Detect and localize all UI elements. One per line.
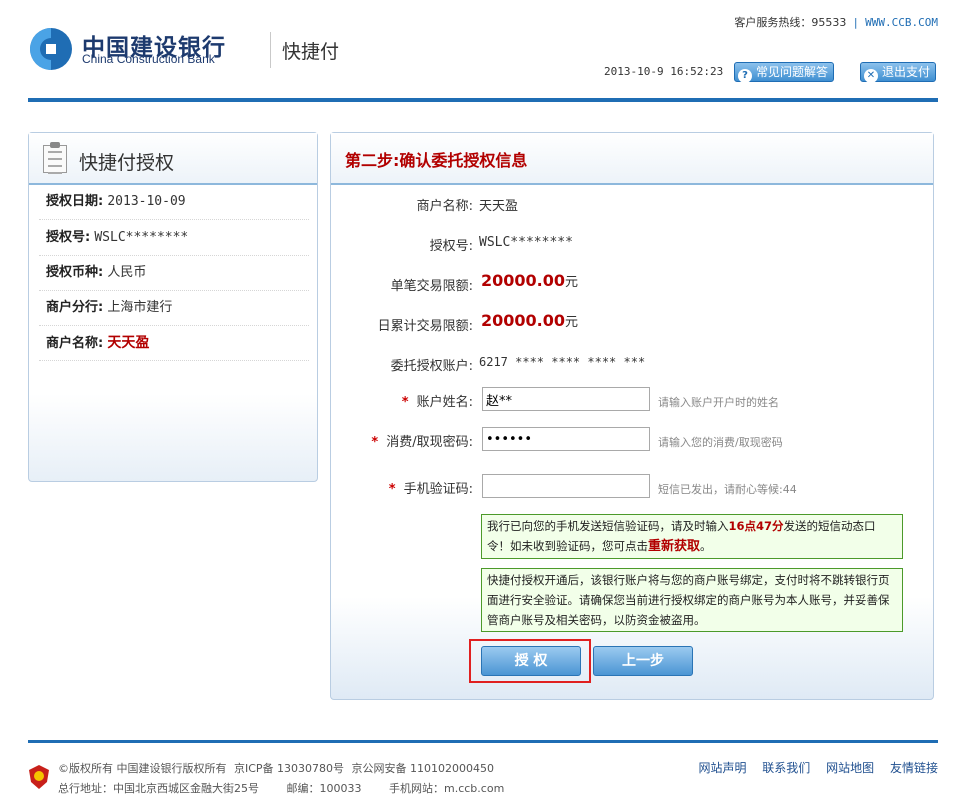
hotline-divider: | bbox=[853, 16, 858, 29]
account-name-input[interactable] bbox=[482, 387, 650, 411]
close-icon: ✕ bbox=[864, 69, 878, 83]
faq-button[interactable]: ? 常见问题解答 bbox=[734, 62, 835, 83]
sms-code-input[interactable] bbox=[482, 474, 650, 498]
account-name-row: * 账户姓名: 请输入账户开户时的姓名 bbox=[331, 387, 935, 411]
daily-limit-amount: 20000.00 bbox=[481, 311, 566, 330]
footer-links: 网站声明 联系我们 网站地图 友情链接 bbox=[686, 759, 938, 776]
header-rule bbox=[28, 98, 938, 102]
footer-rule bbox=[28, 740, 938, 743]
footer-icp[interactable]: 京ICP备 13030780号 bbox=[234, 762, 344, 775]
summary-value: WSLC******** bbox=[94, 230, 189, 245]
sms-notice-text: 我行已向您的手机发送短信验证码，请及时输入 bbox=[487, 519, 729, 533]
sms-notice-end: 。 bbox=[700, 539, 712, 553]
clipboard-icon bbox=[43, 142, 67, 174]
sms-code-label: * 手机验证码: bbox=[389, 478, 473, 497]
sms-code-row: * 手机验证码: 短信已发出，请耐心等候:44 bbox=[331, 474, 935, 498]
exit-payment-button[interactable]: ✕ 退出支付 bbox=[860, 62, 937, 83]
merchant-name-label: 商户名称: bbox=[416, 199, 473, 214]
password-hint: 请输入您的消费/取现密码 bbox=[658, 436, 783, 449]
account-name-label: * 账户姓名: bbox=[402, 391, 473, 410]
single-limit-unit: 元 bbox=[565, 275, 579, 290]
authorization-summary-panel: 快捷付授权 授权日期: 2013-10-09 授权号: WSLC********… bbox=[28, 132, 318, 482]
footer-link-statement[interactable]: 网站声明 bbox=[698, 761, 746, 775]
resend-code-link[interactable]: 重新获取 bbox=[648, 539, 700, 554]
hotline-bar: 客户服务热线：95533 | WWW.CCB.COM bbox=[734, 14, 938, 30]
sms-code-hint: 短信已发出，请耐心等候:44 bbox=[658, 483, 797, 496]
summary-row-date: 授权日期: 2013-10-09 bbox=[39, 185, 309, 220]
header-divider bbox=[270, 32, 271, 68]
summary-title: 快捷付授权 bbox=[79, 152, 175, 174]
account-label: 委托授权账户: bbox=[390, 359, 473, 374]
auth-no-label: 授权号: bbox=[429, 239, 473, 254]
footer-copyright: ©版权所有 中国建设银行版权所有 bbox=[58, 762, 227, 775]
account-value: 6217 **** **** **** *** bbox=[479, 355, 646, 369]
summary-label: 商户分行: bbox=[46, 300, 104, 315]
single-limit-amount: 20000.00 bbox=[481, 271, 566, 290]
footer-police[interactable]: 京公网安备 110102000450 bbox=[352, 762, 494, 775]
merchant-name-value: 天天盈 bbox=[479, 199, 519, 214]
footer-mobile-site: 手机网站：m.ccb.com bbox=[389, 782, 505, 795]
sms-notice-time: 16点47分 bbox=[728, 519, 784, 533]
password-label: * 消费/取现密码: bbox=[371, 431, 473, 450]
summary-value: 上海市建行 bbox=[107, 300, 173, 315]
summary-header: 快捷付授权 bbox=[29, 133, 317, 185]
summary-row-merchant: 商户名称: 天天盈 bbox=[39, 326, 309, 361]
footer-link-sitemap[interactable]: 网站地图 bbox=[826, 761, 874, 775]
summary-value: 2013-10-09 bbox=[107, 194, 186, 209]
authorize-button[interactable]: 授 权 bbox=[481, 646, 581, 676]
single-limit-value: 20000.00元 bbox=[481, 271, 578, 290]
faq-button-label: 常见问题解答 bbox=[756, 65, 829, 79]
password-row: * 消费/取现密码: 请输入您的消费/取现密码 bbox=[331, 427, 935, 451]
password-label-text: 消费/取现密码: bbox=[386, 435, 473, 450]
auth-no-row: 授权号: WSLC******** bbox=[331, 231, 935, 255]
daily-limit-unit: 元 bbox=[565, 315, 579, 330]
single-limit-row: 单笔交易限额: 20000.00元 bbox=[331, 271, 935, 295]
hotline-text: 客户服务热线：95533 bbox=[734, 16, 847, 29]
summary-label: 授权号: bbox=[46, 230, 91, 245]
daily-limit-value: 20000.00元 bbox=[481, 311, 578, 330]
account-name-hint: 请输入账户开户时的姓名 bbox=[658, 396, 779, 409]
merchant-name-row: 商户名称: 天天盈 bbox=[331, 191, 935, 215]
sms-code-label-text: 手机验证码: bbox=[403, 482, 473, 497]
footer-address: 总行地址：中国北京西城区金融大街25号 bbox=[58, 782, 259, 795]
summary-label: 授权币种: bbox=[46, 265, 104, 280]
summary-label: 授权日期: bbox=[46, 194, 104, 209]
auth-no-value: WSLC******** bbox=[479, 235, 573, 250]
footer-link-friends[interactable]: 友情链接 bbox=[890, 761, 938, 775]
exit-button-label: 退出支付 bbox=[882, 65, 931, 79]
required-mark: * bbox=[388, 482, 396, 497]
summary-label: 商户名称: bbox=[46, 336, 104, 351]
required-mark: * bbox=[371, 435, 379, 450]
footer-line-2: 总行地址：中国北京西城区金融大街25号 邮编：100033 手机网站：m.ccb… bbox=[58, 780, 508, 796]
ccb-logo bbox=[30, 28, 72, 70]
footer-postcode: 邮编：100033 bbox=[286, 782, 362, 795]
required-mark: * bbox=[401, 395, 409, 410]
police-badge-icon bbox=[29, 765, 49, 789]
question-icon: ? bbox=[738, 69, 752, 83]
product-name: 快捷付 bbox=[282, 41, 340, 63]
summary-row-branch: 商户分行: 上海市建行 bbox=[39, 291, 309, 326]
single-limit-label: 单笔交易限额: bbox=[390, 279, 473, 294]
sms-notice: 我行已向您的手机发送短信验证码，请及时输入16点47分发送的短信动态口令！如未收… bbox=[481, 514, 903, 559]
confirm-authorization-panel: 第二步:确认委托授权信息 商户名称: 天天盈 授权号: WSLC********… bbox=[330, 132, 934, 700]
footer-line-1: ©版权所有 中国建设银行版权所有 京ICP备 13030780号 京公网安备 1… bbox=[58, 760, 498, 776]
summary-value: 人民币 bbox=[107, 265, 147, 280]
footer-link-contact[interactable]: 联系我们 bbox=[762, 761, 810, 775]
binding-notice: 快捷付授权开通后，该银行账户将与您的商户账号绑定，支付时将不跳转银行页面进行安全… bbox=[481, 568, 903, 632]
password-input[interactable] bbox=[482, 427, 650, 451]
summary-row-currency: 授权币种: 人民币 bbox=[39, 256, 309, 291]
summary-value: 天天盈 bbox=[107, 335, 150, 351]
daily-limit-row: 日累计交易限额: 20000.00元 bbox=[331, 311, 935, 335]
previous-step-button[interactable]: 上一步 bbox=[593, 646, 693, 676]
current-datetime: 2013-10-9 16:52:23 bbox=[604, 65, 724, 78]
website-link[interactable]: WWW.CCB.COM bbox=[865, 16, 938, 29]
bank-name-en: China Construction Bank bbox=[82, 52, 215, 66]
summary-row-auth-no: 授权号: WSLC******** bbox=[39, 221, 309, 256]
account-row: 委托授权账户: 6217 **** **** **** *** bbox=[331, 351, 935, 375]
step-title: 第二步:确认委托授权信息 bbox=[331, 133, 933, 185]
account-name-label-text: 账户姓名: bbox=[416, 395, 473, 410]
daily-limit-label: 日累计交易限额: bbox=[377, 319, 473, 334]
